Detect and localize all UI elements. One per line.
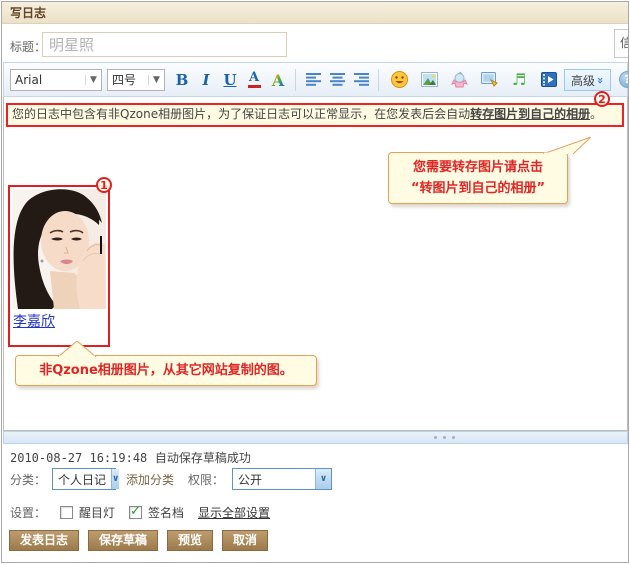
settings-row: 设置： 醒目灯 签名档 显示全部设置 [10,502,270,522]
annotation-badge-2: 2 [594,91,610,107]
toolbar-separator [295,69,296,91]
art-text-button[interactable]: A [267,69,289,91]
autosave-message: 自动保存草稿成功 [155,451,251,465]
font-size-value: 四号 [108,71,148,88]
annotation-badge-1: 1 [96,177,112,193]
text-cursor [100,236,102,254]
signature-option-label: 签名档 [148,504,184,521]
transfer-callout: 您需要转存图片请点击 “转图片到自己的相册” [388,152,568,204]
insert-image-icon [421,72,438,87]
category-label: 分类： [10,471,46,488]
transfer-callout-line1: 您需要转存图片请点击 [395,157,561,178]
advanced-label: 高级 [571,72,595,89]
title-input[interactable] [42,32,287,57]
underline-button[interactable]: U [219,69,241,91]
font-color-icon: A [248,71,261,88]
art-text-icon: A [269,71,287,89]
action-buttons: 发表日志 保存草稿 预览 取消 [9,530,268,551]
settings-label: 设置： [10,504,46,521]
highlight-checkbox[interactable] [60,506,73,519]
italic-icon: I [202,71,209,89]
align-center-button[interactable] [326,69,348,91]
font-size-select[interactable]: 四号 [107,69,165,91]
callout-tail [529,137,599,154]
image-callout: 非Qzone相册图片，从其它网站复制的图。 [15,355,317,386]
insert-image-button[interactable] [418,69,440,91]
insert-music-button[interactable]: ♬ [508,69,530,91]
grip-dots-icon [434,436,455,439]
image-callout-text: 非Qzone相册图片，从其它网站复制的图。 [39,363,293,378]
preview-button[interactable]: 预览 [167,530,213,551]
align-right-icon [354,73,369,86]
emoticon-button[interactable] [388,69,410,91]
expand-chevrons-icon [594,76,607,83]
underline-icon: U [223,71,236,89]
publish-button[interactable]: 发表日志 [9,530,79,551]
magic-emoticon-icon [451,71,468,88]
inserted-image-annotation-box: 李嘉欣 [8,185,110,347]
transfer-images-link[interactable]: 转存图片到自己的相册 [470,107,590,121]
align-right-button[interactable] [350,69,372,91]
italic-button[interactable]: I [195,69,217,91]
insert-video-button[interactable] [538,69,560,91]
blog-editor-window: 写日志 标题： 信纸 Arial 四号 B I U A [1,1,629,563]
advanced-button[interactable]: 高级 [564,69,611,91]
autosave-timestamp: 2010-08-27 16:19:48 [10,451,147,465]
editor-content-area[interactable]: 您的日志中包含有非Qzone相册图片，为了保证日志可以正常显示，在您发表后会自动… [3,97,628,431]
cancel-button[interactable]: 取消 [222,530,268,551]
permission-value: 公开 [233,471,315,488]
music-note-icon: ♬ [512,72,526,88]
font-family-value: Arial [11,73,85,87]
emoticon-icon [391,71,408,88]
category-value: 个人日记 [53,471,111,488]
svg-text:A: A [271,71,285,89]
stationery-button[interactable]: 信纸 [614,29,629,58]
help-icon[interactable]: ? [619,71,629,88]
page-title: 写日志 [2,2,628,24]
bold-button[interactable]: B [171,69,193,91]
insert-video-icon [541,72,557,87]
add-category-link[interactable]: 添加分类 [126,471,174,488]
toolbar-separator [378,69,379,91]
align-left-icon [306,73,321,86]
bold-icon: B [176,71,189,89]
permission-label: 权限： [188,471,224,488]
permission-select[interactable]: 公开 [232,468,332,490]
highlight-option-label: 醒目灯 [79,504,115,521]
title-label: 标题： [10,38,46,55]
portrait-photo[interactable] [12,189,106,309]
font-color-button[interactable]: A [243,69,265,91]
save-draft-button[interactable]: 保存草稿 [88,530,158,551]
category-row: 分类： 个人日记 添加分类 权限： 公开 [10,467,332,491]
autosave-status: 2010-08-27 16:19:48 自动保存草稿成功 [10,449,251,466]
show-all-settings-link[interactable]: 显示全部设置 [198,504,270,521]
category-select[interactable]: 个人日记 [52,468,116,490]
screenshot-button[interactable] [478,69,500,91]
chevron-down-icon [111,469,119,489]
font-family-select[interactable]: Arial [10,69,102,91]
image-transfer-notice: 您的日志中包含有非Qzone相册图片，为了保证日志可以正常显示，在您发表后会自动… [6,103,624,127]
editor-resize-handle[interactable] [3,431,628,444]
chevron-down-icon [85,75,101,85]
notice-text: 您的日志中包含有非Qzone相册图片，为了保证日志可以正常显示，在您发表后会自动 [12,107,470,121]
align-center-icon [330,73,345,86]
transfer-callout-line2: “转图片到自己的相册” [395,178,561,199]
signature-checkbox[interactable] [129,506,142,519]
chevron-down-icon [315,469,331,489]
chevron-down-icon [148,75,164,85]
screenshot-icon [481,72,498,87]
magic-emoticon-button[interactable] [448,69,470,91]
editor-toolbar: Arial 四号 B I U A [3,62,628,97]
callout-tail [52,341,102,357]
image-caption-link[interactable]: 李嘉欣 [13,311,108,331]
align-left-button[interactable] [302,69,324,91]
